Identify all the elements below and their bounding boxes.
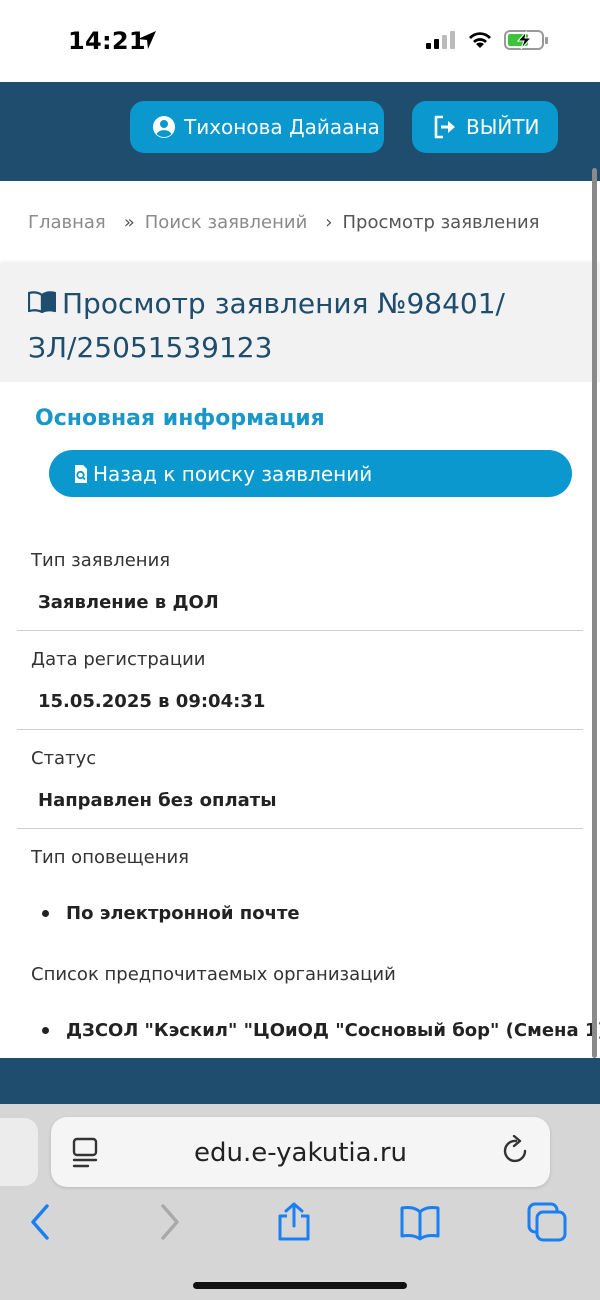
page-scrollbar[interactable] [592, 168, 597, 1058]
divider [17, 729, 583, 730]
notification-type-value: По электронной почте [66, 903, 300, 924]
breadcrumb: Главная » Поиск заявлений › Просмотр зая… [28, 212, 540, 233]
chevron-left-icon[interactable] [20, 1202, 60, 1242]
bullet [42, 1027, 49, 1034]
address-bar[interactable]: edu.e-yakutia.ru [51, 1117, 550, 1187]
home-indicator [193, 1282, 407, 1289]
location-arrow-icon [138, 31, 156, 49]
chevron-right-icon[interactable] [150, 1202, 190, 1242]
field-label-notification: Тип оповещения [31, 847, 189, 868]
field-value-status: Направлен без оплаты [38, 790, 277, 811]
breadcrumb-search[interactable]: Поиск заявлений [145, 212, 308, 233]
field-value-type: Заявление в ДОЛ [38, 592, 219, 613]
logout-button[interactable]: ВЫЙТИ [412, 101, 558, 153]
share-icon[interactable] [274, 1202, 314, 1242]
reload-icon[interactable] [501, 1135, 531, 1167]
bookmarks-icon[interactable] [400, 1202, 440, 1242]
user-name: Тихонова Дайаана [184, 115, 380, 139]
section-title: Основная информация [35, 406, 325, 431]
back-button-label: Назад к поиску заявлений [93, 461, 373, 486]
list-item: ДЗСОЛ "Кэскил" "ЦОиОД "Сосновый бор" (См… [42, 1020, 600, 1041]
cellular-signal-icon [426, 31, 455, 49]
breadcrumb-current: Просмотр заявления [342, 212, 540, 233]
organization-value: ДЗСОЛ "Кэскил" "ЦОиОД "Сосновый бор" (См… [66, 1020, 600, 1041]
previous-tab-preview[interactable] [0, 1118, 38, 1186]
bullet [42, 910, 49, 917]
field-label-type: Тип заявления [31, 550, 171, 571]
field-label-organizations: Список предпочитаемых организаций [31, 964, 396, 985]
breadcrumb-separator: › [325, 212, 333, 233]
site-footer [0, 1058, 600, 1108]
field-value-date: 15.05.2025 в 09:04:31 [38, 691, 266, 712]
site-header: Тихонова Дайаана ВЫЙТИ [0, 82, 600, 181]
logout-label: ВЫЙТИ [466, 115, 540, 139]
logout-icon [434, 115, 455, 139]
divider [17, 828, 583, 829]
list-item: По электронной почте [42, 903, 300, 924]
search-document-icon [75, 464, 87, 483]
field-label-date: Дата регистрации [31, 649, 206, 670]
url-text: edu.e-yakutia.ru [193, 1138, 407, 1168]
user-circle-icon [153, 116, 175, 138]
wifi-icon [469, 32, 491, 48]
status-time: 14:21 [68, 27, 146, 55]
divider [17, 630, 583, 631]
tabs-icon[interactable] [527, 1202, 567, 1242]
status-bar: 14:21 [0, 0, 600, 82]
browser-toolbar: edu.e-yakutia.ru [0, 1104, 600, 1300]
battery-charging-icon [504, 30, 548, 50]
page-title: Просмотр заявления №98401/ЗЛ/25051539123 [28, 287, 505, 364]
breadcrumb-separator: » [123, 212, 135, 233]
breadcrumb-home[interactable]: Главная [28, 212, 106, 233]
user-profile-button[interactable]: Тихонова Дайаана [130, 101, 384, 153]
field-label-status: Статус [31, 748, 97, 769]
back-to-search-button[interactable]: Назад к поиску заявлений [49, 450, 572, 497]
